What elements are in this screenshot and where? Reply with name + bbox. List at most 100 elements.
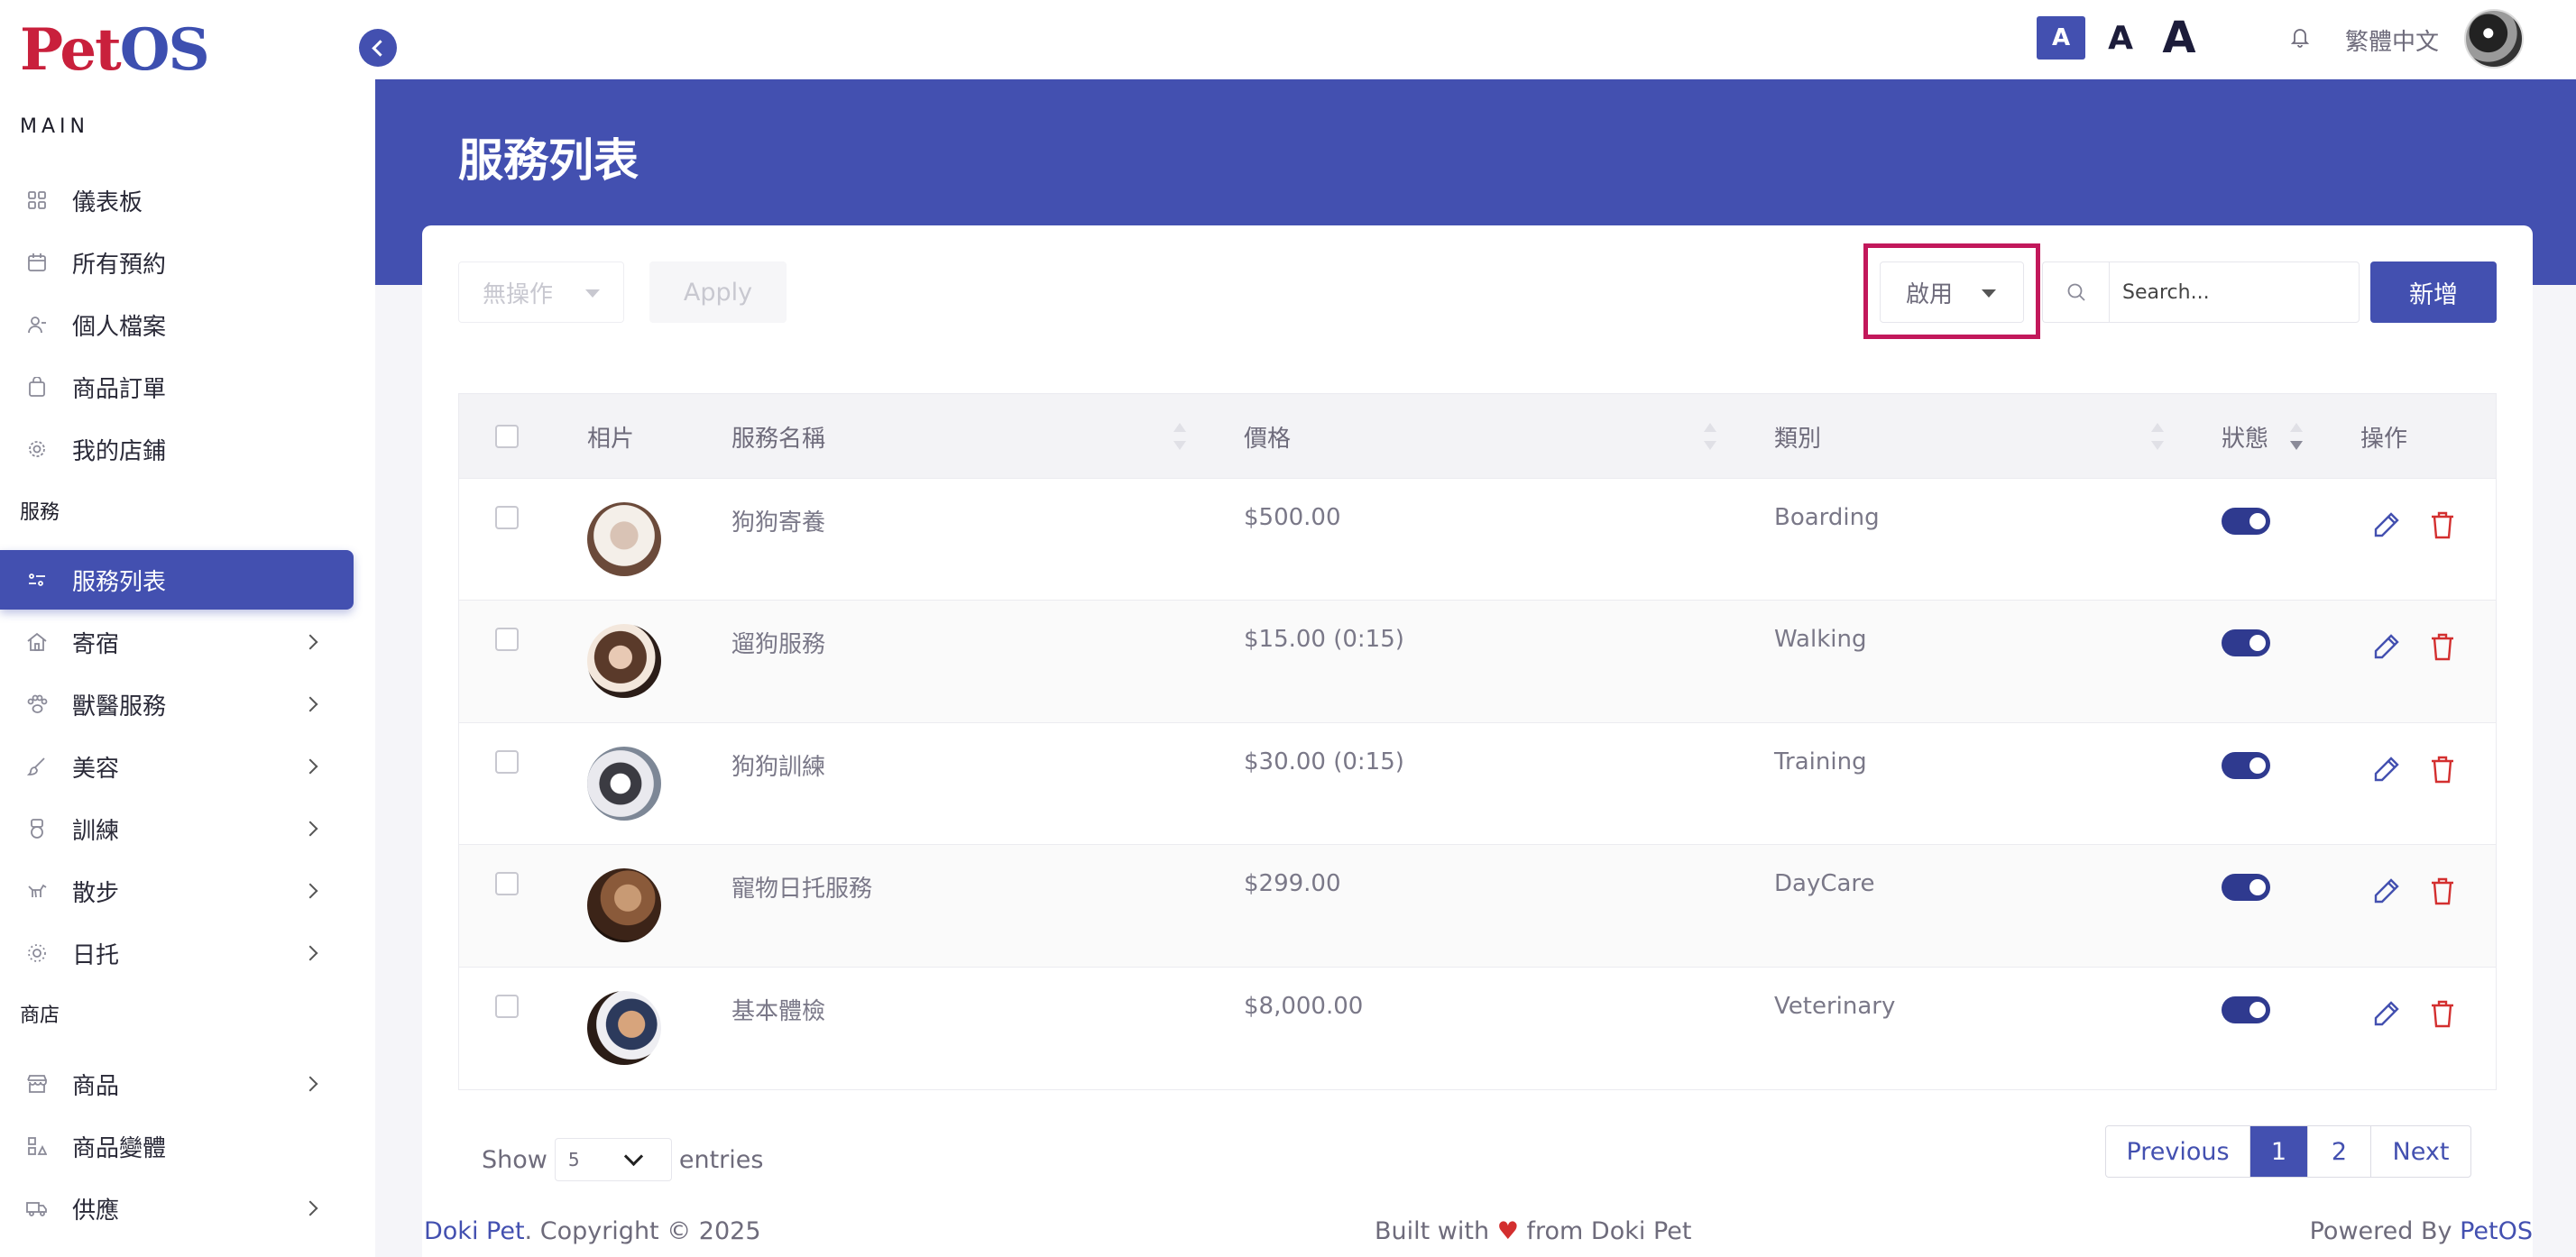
search-input[interactable] <box>2109 261 2360 323</box>
sidebar-item-service-list[interactable]: 服務列表 <box>0 550 354 610</box>
sort-desc-icon[interactable] <box>2290 423 2303 450</box>
sidebar-item-label: 訓練 <box>72 817 120 845</box>
bulk-action-select[interactable]: 無操作 <box>458 261 624 323</box>
brush-icon <box>25 755 49 778</box>
entries-select[interactable]: 5 <box>554 1138 672 1181</box>
sidebar-item-orders[interactable]: 商品訂單 <box>0 357 354 417</box>
service-price: $299.00 <box>1244 870 1341 898</box>
service-price: $500.00 <box>1244 504 1341 531</box>
delete-icon[interactable] <box>2429 876 2456 906</box>
sort-icon[interactable] <box>1173 423 1186 450</box>
sidebar-item-appointments[interactable]: 所有預約 <box>0 233 354 292</box>
service-name: 寵物日托服務 <box>731 876 873 904</box>
service-category: DayCare <box>1774 870 1875 898</box>
edit-icon[interactable] <box>2371 509 2402 540</box>
delete-icon[interactable] <box>2429 998 2456 1029</box>
edit-icon[interactable] <box>2371 876 2402 906</box>
petos-logo[interactable]: Pet OS <box>20 16 210 84</box>
sidebar-item-label: 散步 <box>72 879 120 907</box>
page-2-button[interactable]: 2 <box>2308 1126 2371 1177</box>
sort-icon[interactable] <box>2151 423 2164 450</box>
sidebar-item-dashboard[interactable]: 儀表板 <box>0 170 354 230</box>
sidebar-item-profile[interactable]: 個人檔案 <box>0 295 354 354</box>
apply-button[interactable]: Apply <box>649 261 787 323</box>
sidebar-item-my-store[interactable]: 我的店鋪 <box>0 419 354 479</box>
row-checkbox[interactable] <box>495 506 519 529</box>
sidebar-item-label: 服務列表 <box>72 568 167 596</box>
delete-icon[interactable] <box>2429 754 2456 784</box>
sidebar-item-label: 獸醫服務 <box>72 693 167 720</box>
column-header-name[interactable]: 服務名稱 <box>731 394 825 479</box>
row-checkbox[interactable] <box>495 994 519 1018</box>
column-header-category[interactable]: 類別 <box>1774 394 1821 479</box>
row-checkbox[interactable] <box>495 628 519 652</box>
service-photo <box>587 624 661 699</box>
powered-by-brand-link[interactable]: PetOS <box>2460 1217 2533 1245</box>
service-name: 狗狗寄養 <box>731 509 826 537</box>
logo-part-os: OS <box>119 16 210 84</box>
store-gear-icon <box>25 437 49 461</box>
sort-icon[interactable] <box>1704 423 1716 450</box>
copyright-text: . Copyright © 2025 <box>524 1217 761 1245</box>
sidebar-item-walking[interactable]: 散步 <box>0 861 354 921</box>
sidebar-item-label: 所有預約 <box>72 251 167 279</box>
footer-brand-link[interactable]: Doki Pet <box>424 1217 525 1245</box>
language-selector[interactable]: 繁體中文 <box>2345 23 2439 57</box>
font-size-small-button[interactable]: A <box>2037 16 2085 60</box>
sidebar: Pet OS MAIN 儀表板 所有預約 個人檔案 商品訂單 我的店鋪 服務 服… <box>0 0 375 1257</box>
footer-built-with: Built with ♥ from Doki Pet <box>1375 1217 1691 1245</box>
delete-icon[interactable] <box>2429 509 2456 540</box>
sidebar-item-label: 日托 <box>72 941 120 969</box>
status-toggle[interactable] <box>2222 874 2270 902</box>
previous-page-button[interactable]: Previous <box>2106 1126 2250 1177</box>
status-toggle[interactable] <box>2222 629 2270 657</box>
sidebar-item-training[interactable]: 訓練 <box>0 799 354 858</box>
page-length-control: Show 5 entries <box>482 1138 763 1181</box>
edit-icon[interactable] <box>2371 631 2402 662</box>
sidebar-item-label: 美容 <box>72 755 120 783</box>
column-header-status[interactable]: 狀態 <box>2222 394 2268 479</box>
sidebar-item-daycare[interactable]: 日托 <box>0 923 354 983</box>
sidebar-item-grooming[interactable]: 美容 <box>0 737 354 796</box>
sidebar-item-products[interactable]: 商品 <box>0 1054 354 1114</box>
service-category: Training <box>1774 748 1867 775</box>
chevron-right-icon <box>302 1200 318 1216</box>
status-toggle[interactable] <box>2222 508 2270 535</box>
sidebar-item-product-variants[interactable]: 商品變體 <box>0 1116 354 1176</box>
service-price: $8,000.00 <box>1244 992 1364 1020</box>
avatar[interactable] <box>2464 9 2524 69</box>
chevron-right-icon <box>302 696 318 712</box>
font-size-medium-button[interactable]: A <box>2098 16 2143 60</box>
service-category: Boarding <box>1774 504 1880 531</box>
column-header-price[interactable]: 價格 <box>1244 394 1291 479</box>
pagination: Previous 1 2 Next <box>2105 1125 2471 1178</box>
row-checkbox[interactable] <box>495 872 519 896</box>
service-list-card: 無操作 Apply 啟用 新增 相片 服務名稱 價格 類別 狀態 操作 狗狗寄養… <box>422 225 2533 1257</box>
sidebar-collapse-button[interactable] <box>359 29 397 67</box>
service-name: 狗狗訓練 <box>731 753 826 781</box>
sidebar-item-veterinary[interactable]: 獸醫服務 <box>0 674 354 734</box>
calendar-icon <box>25 251 49 274</box>
font-size-large-button[interactable]: A <box>2152 9 2206 67</box>
sidebar-item-supply[interactable]: 供應 <box>0 1179 354 1238</box>
status-filter-select[interactable]: 啟用 <box>1880 261 2024 323</box>
logo-part-pet: Pet <box>20 16 122 84</box>
chevron-right-icon <box>302 945 318 961</box>
user-icon <box>25 313 49 336</box>
page-1-button[interactable]: 1 <box>2250 1126 2308 1177</box>
edit-icon[interactable] <box>2371 998 2402 1029</box>
row-checkbox[interactable] <box>495 749 519 774</box>
entries-value: 5 <box>567 1149 580 1170</box>
bell-icon[interactable] <box>2289 25 2311 49</box>
sidebar-item-boarding[interactable]: 寄宿 <box>0 612 354 672</box>
sidebar-item-label: 寄宿 <box>72 630 120 658</box>
edit-icon[interactable] <box>2371 754 2402 784</box>
status-toggle[interactable] <box>2222 751 2270 779</box>
sidebar-item-label: 商品變體 <box>72 1134 167 1162</box>
select-all-checkbox[interactable] <box>495 425 519 448</box>
add-service-button[interactable]: 新增 <box>2370 261 2497 323</box>
delete-icon[interactable] <box>2429 631 2456 662</box>
next-page-button[interactable]: Next <box>2371 1126 2470 1177</box>
service-category: Walking <box>1774 626 1867 654</box>
status-toggle[interactable] <box>2222 996 2270 1023</box>
